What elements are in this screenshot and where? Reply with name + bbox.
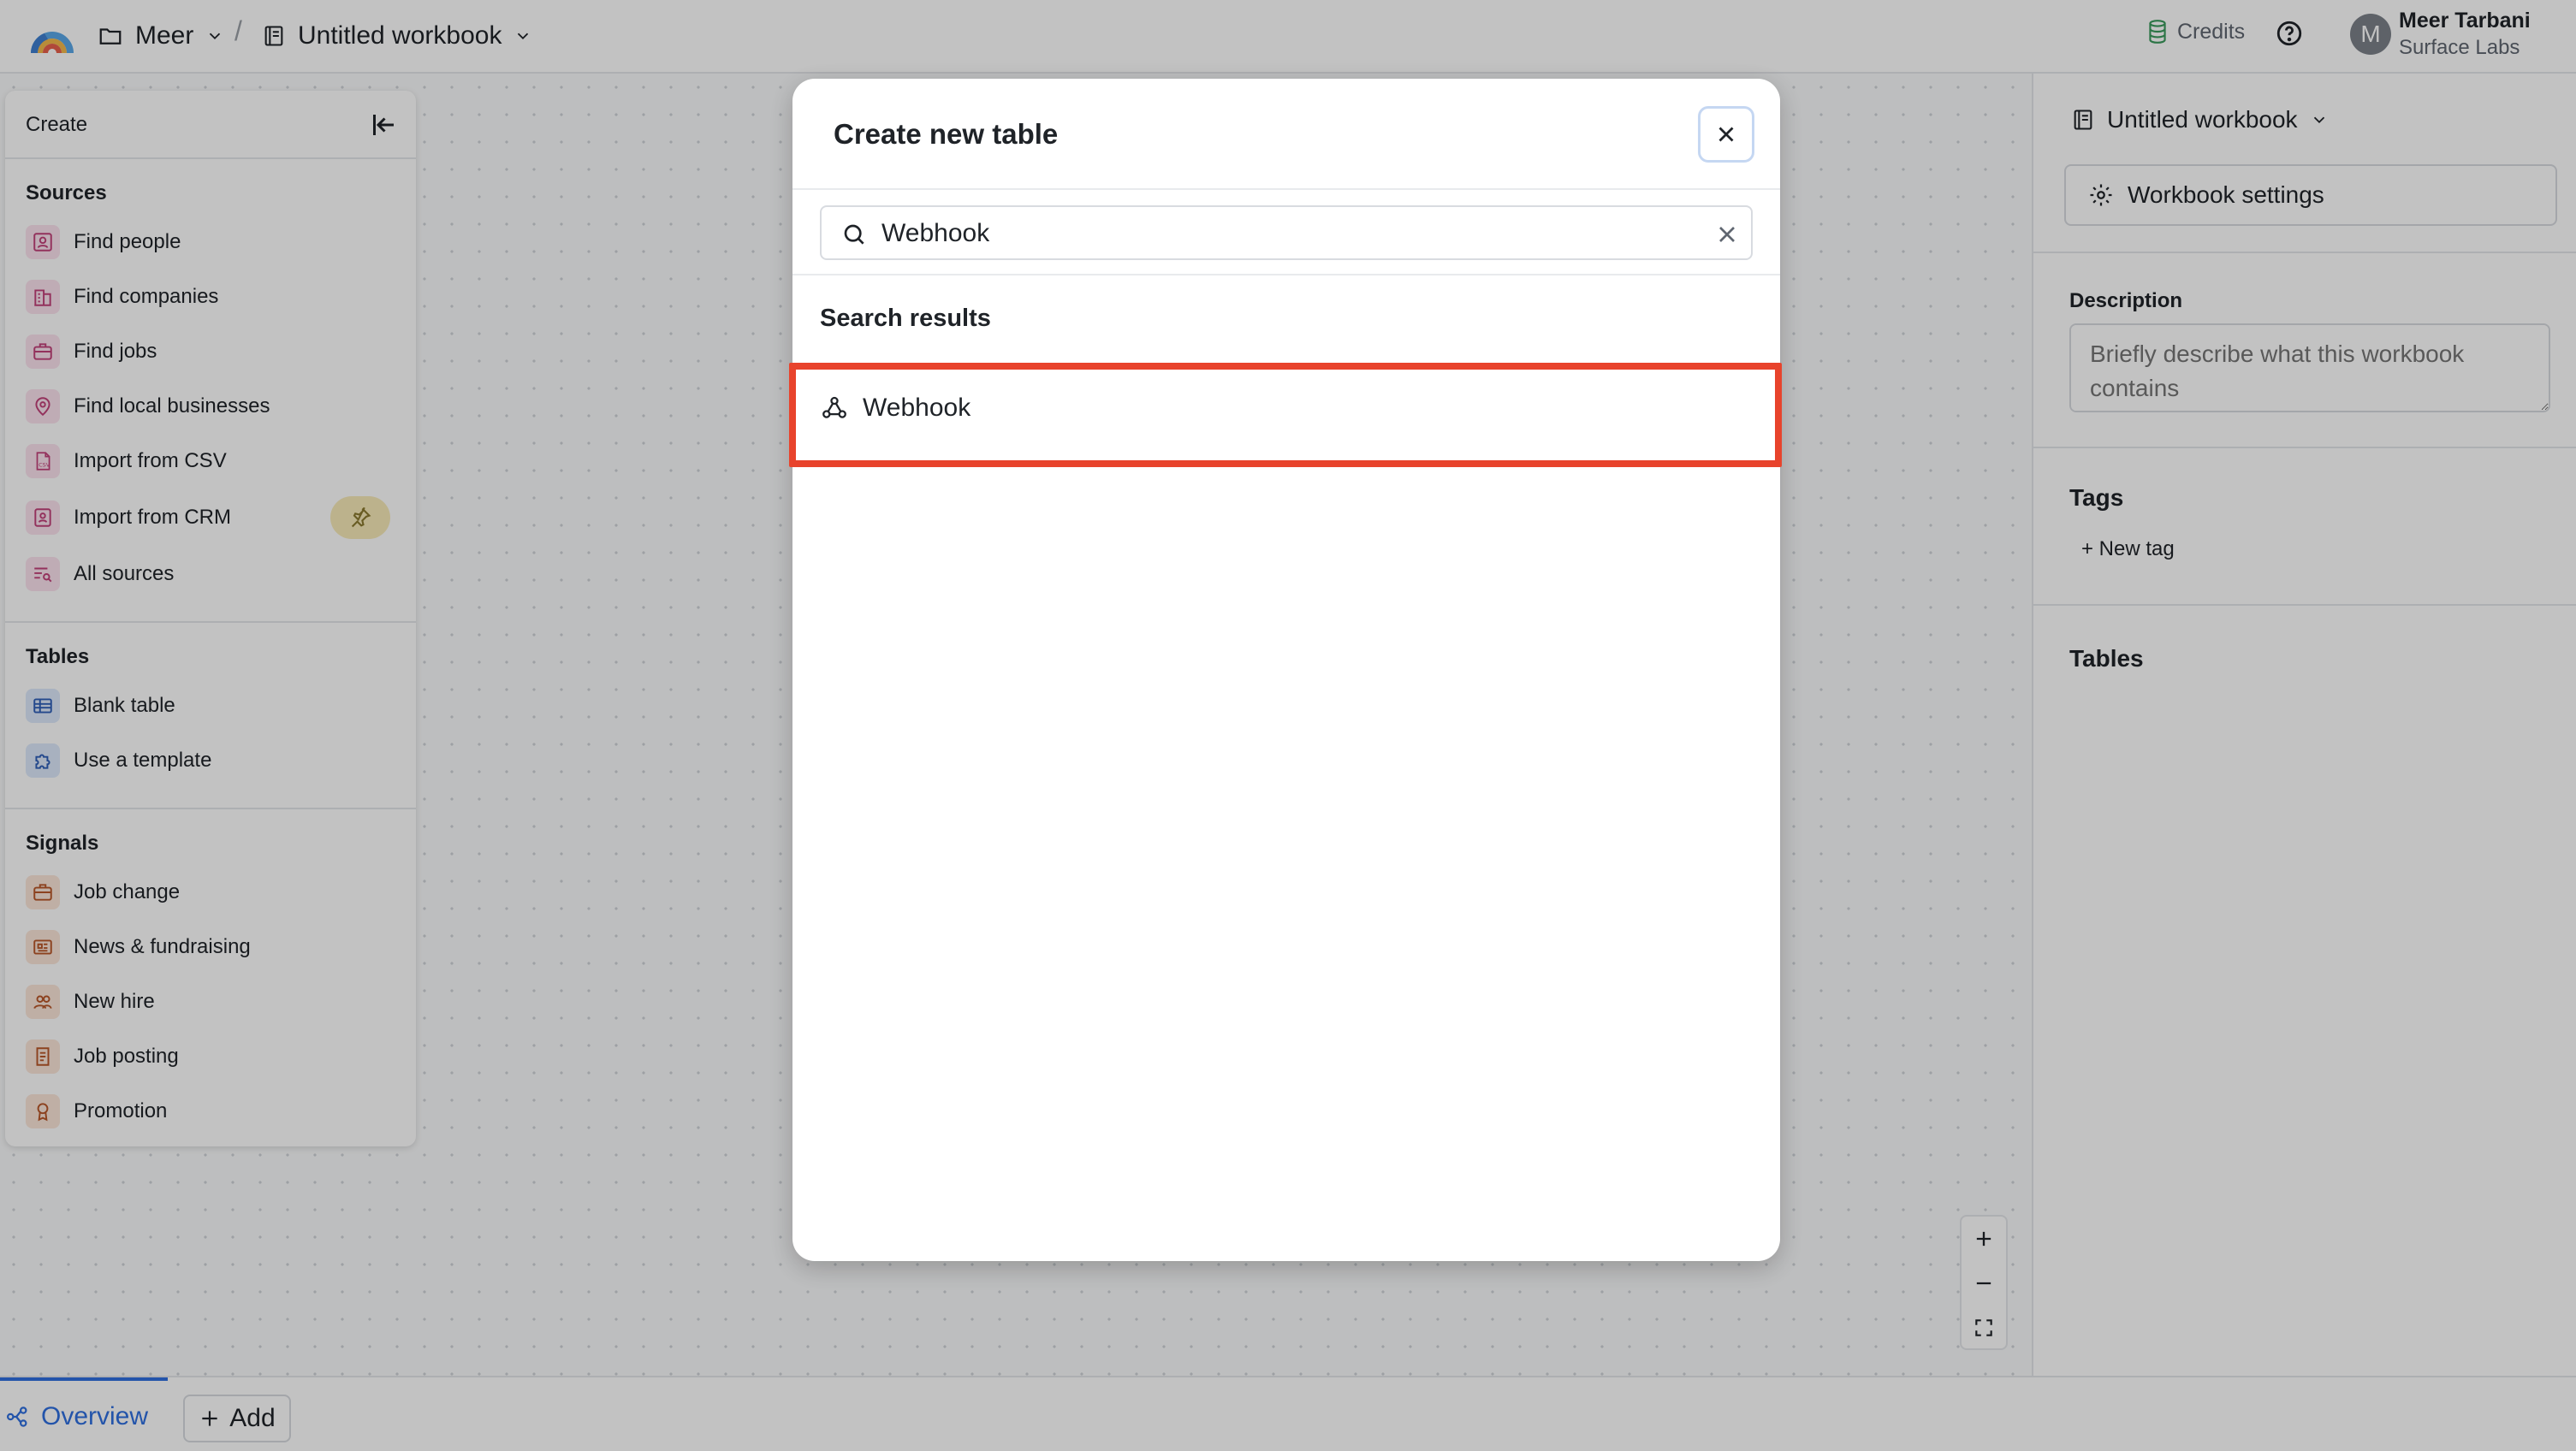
search-box: [820, 205, 1753, 260]
create-table-modal: Create new table Search results Webhook: [792, 79, 1780, 1261]
modal-header: Create new table: [792, 79, 1780, 190]
search-input[interactable]: [881, 212, 1669, 255]
close-button[interactable]: [1698, 106, 1754, 163]
divider: [792, 274, 1780, 275]
close-icon: [1713, 121, 1739, 147]
search-icon: [840, 221, 868, 248]
highlight-box: [789, 363, 1782, 467]
clear-search-icon[interactable]: [1713, 221, 1741, 248]
search-results-title: Search results: [820, 305, 991, 332]
modal-title: Create new table: [834, 118, 1059, 150]
